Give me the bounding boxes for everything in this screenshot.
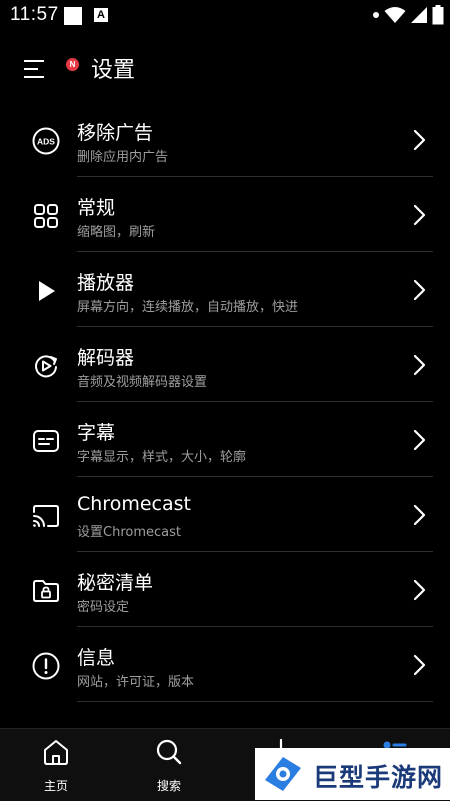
setting-title: 秘密清单 xyxy=(77,572,154,594)
wifi-icon xyxy=(384,7,406,23)
setting-item-player[interactable]: 播放器 屏幕方向，连续播放，自动播放，快进 xyxy=(0,252,450,327)
setting-item-chromecast[interactable]: Chromecast 设置Chromecast xyxy=(0,477,450,552)
setting-item-general[interactable]: 常规 缩略图，刷新 xyxy=(0,177,450,252)
setting-title: 播放器 xyxy=(77,272,135,294)
status-time: 11:57 xyxy=(10,4,59,25)
menu-button[interactable]: N xyxy=(18,50,79,86)
status-icons xyxy=(372,5,444,25)
setting-item-decoder[interactable]: 解码器 音频及视频解码器设置 xyxy=(0,327,450,402)
setting-item-secret-list[interactable]: 秘密清单 密码设定 xyxy=(0,552,450,627)
setting-item-remove-ads[interactable]: ADS 移除广告 删除应用内广告 xyxy=(0,102,450,177)
nav-item-home[interactable]: 主页 xyxy=(16,729,96,801)
setting-title: 字幕 xyxy=(77,422,116,444)
setting-subtitle: 音频及视频解码器设置 xyxy=(77,375,208,390)
setting-item-info[interactable]: 信息 网站，许可证，版本 xyxy=(0,627,450,702)
nav-label-search: 搜索 xyxy=(156,779,181,793)
lock-folder-icon xyxy=(33,580,59,602)
notification-badge: N xyxy=(66,58,79,71)
status-bar: 11:57 A xyxy=(0,0,450,32)
chevron-right-icon xyxy=(413,579,426,601)
watermark-logo-icon xyxy=(265,757,301,791)
chevron-right-icon xyxy=(413,204,426,226)
settings-list: ADS 移除广告 删除应用内广告 常规 缩略图，刷新 播放器 屏幕方向，连续播放… xyxy=(0,102,450,702)
setting-subtitle: 删除应用内广告 xyxy=(77,150,169,165)
notification-square-icon xyxy=(64,7,82,25)
setting-title: 移除广告 xyxy=(77,122,154,144)
setting-title: Chromecast xyxy=(77,493,191,515)
nav-label-home: 主页 xyxy=(43,779,68,793)
chevron-right-icon xyxy=(413,504,426,526)
setting-title: 常规 xyxy=(77,197,116,219)
setting-title: 解码器 xyxy=(77,347,135,369)
signal-icon xyxy=(411,7,427,23)
play-icon xyxy=(39,281,55,301)
watermark-text: 巨型手游网 xyxy=(313,763,444,792)
decoder-icon xyxy=(35,355,57,378)
chevron-right-icon xyxy=(413,279,426,301)
chevron-right-icon xyxy=(413,429,426,451)
setting-item-subtitles[interactable]: 字幕 字幕显示，样式，大小，轮廓 xyxy=(0,402,450,477)
nav-item-search[interactable]: 搜索 xyxy=(129,729,209,801)
page-title: 设置 xyxy=(91,58,136,83)
grid-icon xyxy=(34,204,58,228)
setting-subtitle: 屏幕方向，连续播放，自动播放，快进 xyxy=(77,300,299,315)
home-icon xyxy=(44,740,68,765)
cast-icon xyxy=(33,505,59,527)
setting-subtitle: 字幕显示，样式，大小，轮廓 xyxy=(77,450,247,465)
svg-text:ADS: ADS xyxy=(37,137,55,147)
search-icon xyxy=(156,739,182,765)
setting-subtitle: 密码设定 xyxy=(77,600,130,615)
watermark: 巨型手游网 xyxy=(255,748,450,800)
divider xyxy=(77,701,433,702)
chevron-right-icon xyxy=(413,129,426,151)
chevron-right-icon xyxy=(413,654,426,676)
setting-subtitle: 网站，许可证，版本 xyxy=(77,675,195,690)
subtitle-icon xyxy=(33,430,59,452)
chevron-right-icon xyxy=(413,354,426,376)
info-icon xyxy=(32,652,60,680)
setting-subtitle: 缩略图，刷新 xyxy=(77,225,156,240)
battery-icon xyxy=(432,5,444,25)
setting-subtitle: 设置Chromecast xyxy=(77,525,181,540)
dot-icon xyxy=(373,12,379,18)
notification-a-icon: A xyxy=(94,8,108,22)
setting-title: 信息 xyxy=(77,647,116,669)
ads-icon: ADS xyxy=(32,127,60,155)
app-bar: N 设置 xyxy=(0,32,450,102)
